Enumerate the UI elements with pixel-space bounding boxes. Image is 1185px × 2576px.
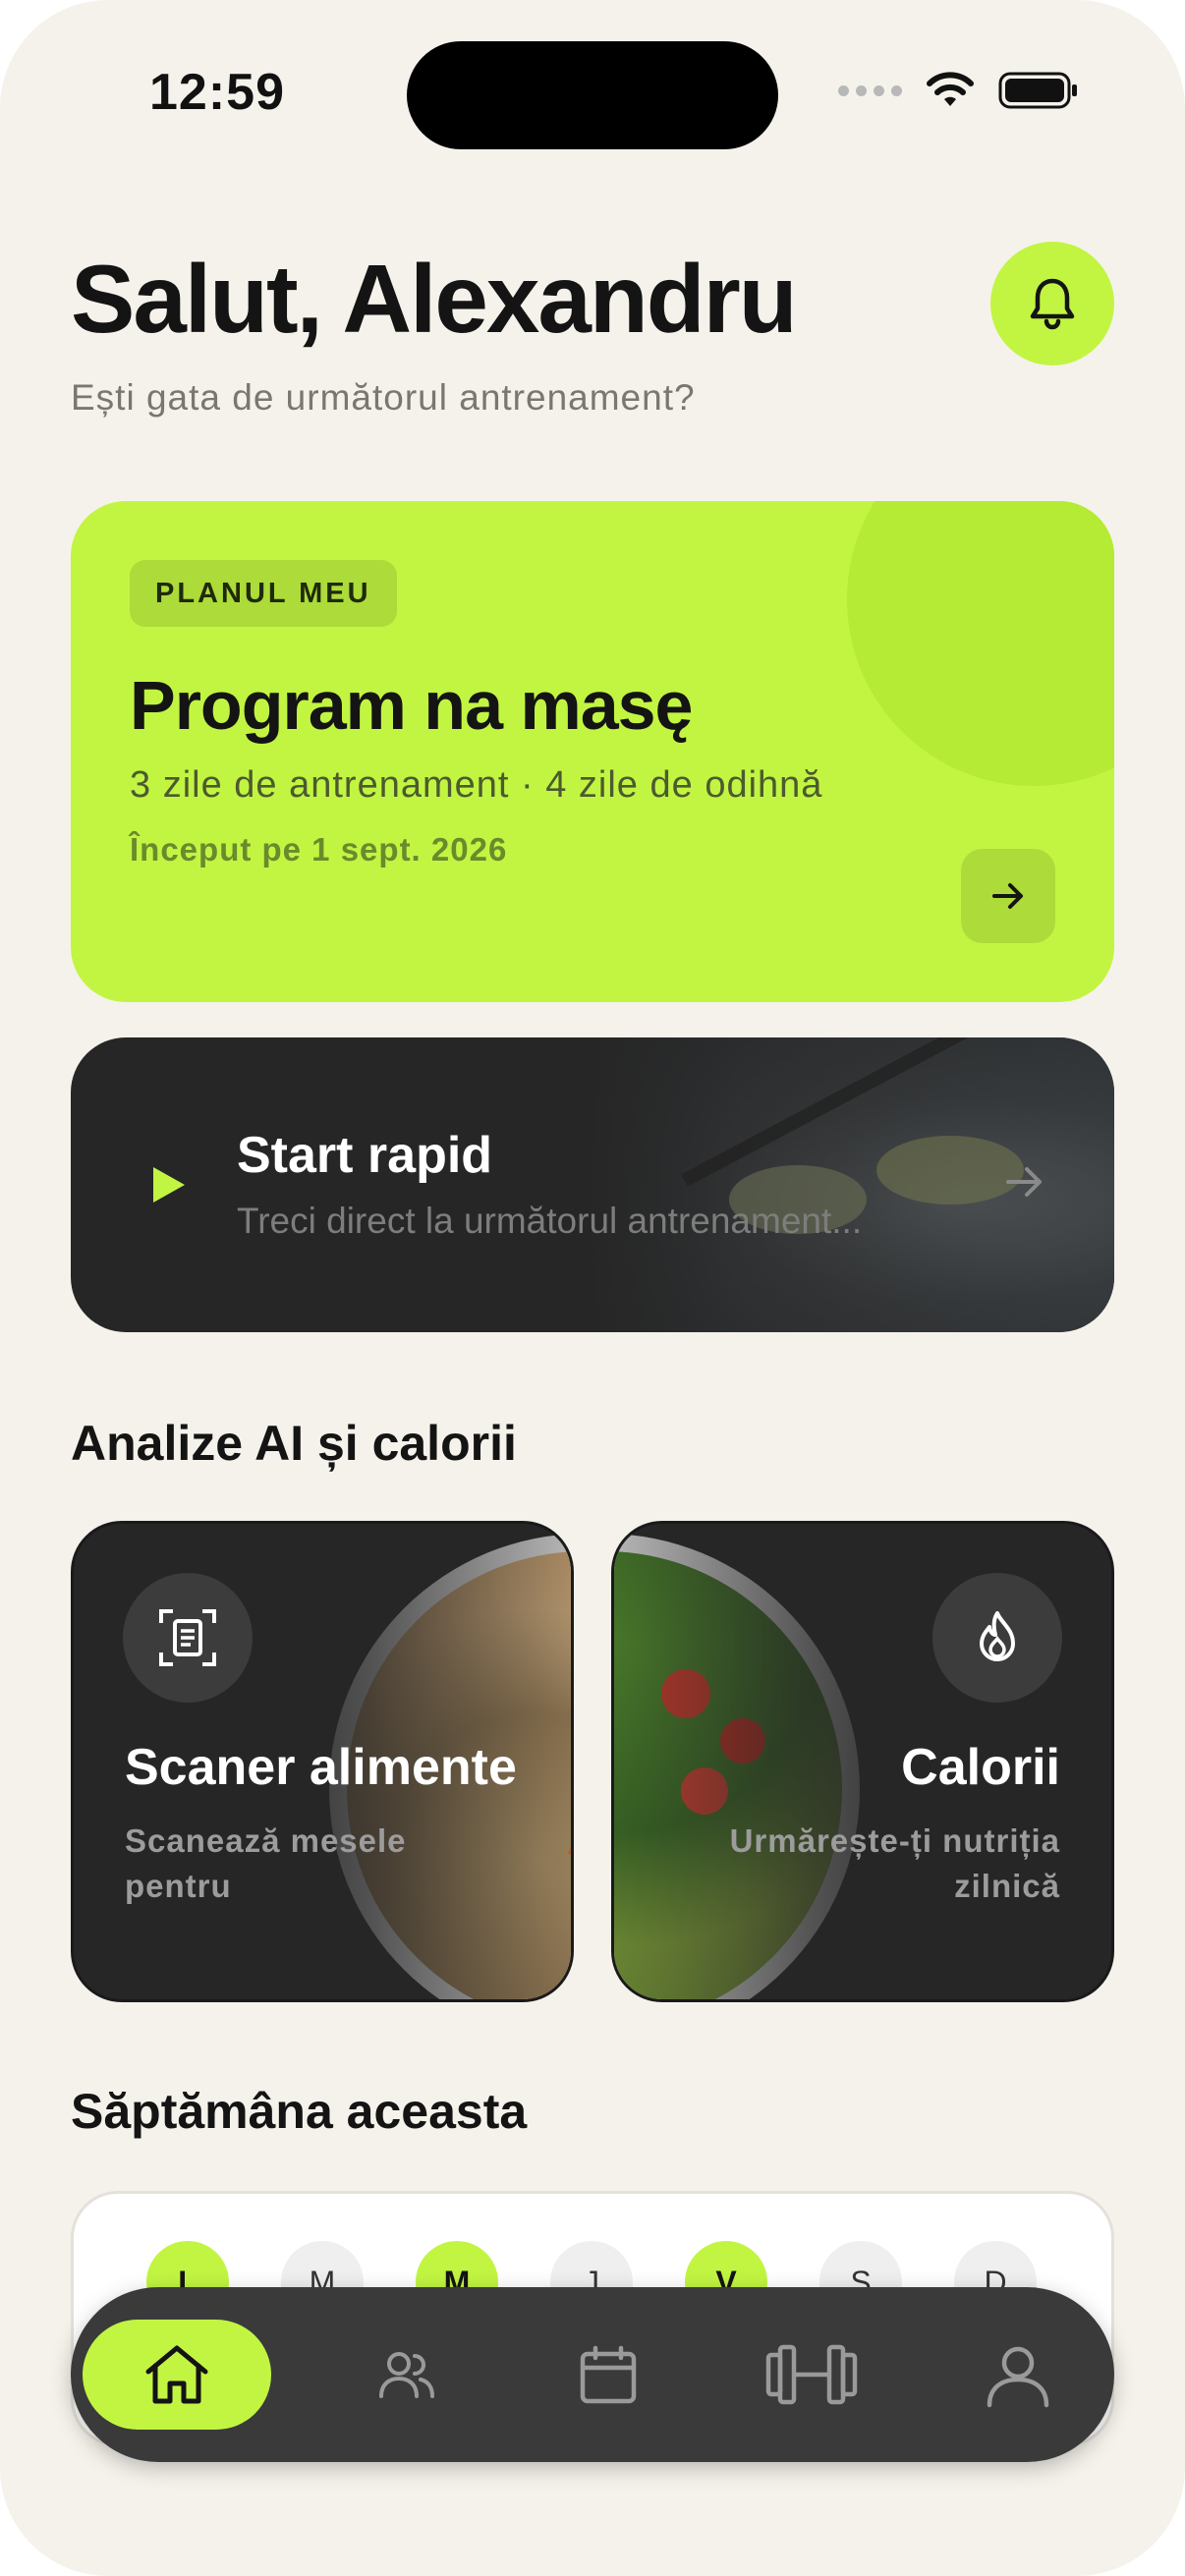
calendar-icon: [580, 2345, 637, 2404]
food-scanner-subtitle: Scanează mesele pentru: [125, 1822, 407, 1904]
food-scanner-card[interactable]: Scaner alimente Scanează mesele pentru: [71, 1521, 574, 2002]
plan-start-date: Început pe 1 sept. 2026: [130, 831, 508, 868]
nav-home[interactable]: [83, 2320, 271, 2430]
flame-icon: [980, 1611, 1015, 1661]
plan-title: Program na masę: [130, 667, 693, 744]
plan-card[interactable]: PLANUL MEU Program na masę 3 zile de ant…: [71, 501, 1114, 1002]
play-icon: [153, 1167, 185, 1203]
quick-start-subtitle: Treci direct la următorul antrenament...: [237, 1201, 863, 1241]
plan-tag: PLANUL MEU: [130, 560, 397, 627]
nav-community[interactable]: [352, 2320, 462, 2430]
bell-icon: [1030, 278, 1075, 330]
greeting-title: Salut, Alexandru: [71, 245, 798, 353]
home-icon: [145, 2345, 208, 2404]
notifications-button[interactable]: [990, 242, 1114, 365]
dumbbell-icon: [765, 2344, 858, 2405]
greeting-subtitle: Ești gata de următorul antrenament?: [71, 377, 696, 418]
calories-subtitle: Urmărește-ți nutriția zilnică: [729, 1822, 1060, 1904]
status-icons: [838, 71, 1079, 110]
bottom-nav: [71, 2287, 1114, 2462]
calories-card[interactable]: Calorii Urmărește-ți nutriția zilnică: [611, 1521, 1114, 2002]
quick-start-card[interactable]: Start rapid Treci direct la următorul an…: [71, 1037, 1114, 1332]
nav-calendar[interactable]: [553, 2320, 663, 2430]
calories-title: Calorii: [901, 1739, 1060, 1796]
scan-document-icon: [159, 1609, 216, 1666]
scan-icon-badge: [123, 1573, 253, 1703]
nav-workouts[interactable]: [753, 2320, 871, 2430]
wifi-icon: [927, 72, 974, 106]
week-section-title: Săptămâna aceasta: [71, 2084, 528, 2139]
plan-open-button[interactable]: [961, 849, 1055, 943]
plan-decoration: [847, 501, 1114, 786]
battery-icon: [998, 72, 1077, 109]
arrow-right-icon: [1006, 1167, 1042, 1197]
profile-icon: [987, 2346, 1049, 2408]
plan-schedule: 3 zile de antrenament · 4 zile de odihnă: [130, 764, 823, 806]
quick-start-title: Start rapid: [237, 1127, 493, 1184]
signal-dots-icon: [838, 84, 902, 96]
ai-section-title: Analize AI și calorii: [71, 1416, 517, 1471]
dynamic-island: [407, 41, 778, 149]
arrow-right-icon: [992, 883, 1023, 909]
food-scanner-title: Scaner alimente: [125, 1739, 517, 1796]
nav-profile[interactable]: [963, 2320, 1073, 2430]
status-time: 12:59: [149, 64, 285, 121]
phone-screen: 12:59 Salut, Alexandru Ești gata de urmă…: [0, 0, 1185, 2576]
users-icon: [379, 2352, 434, 2398]
flame-icon-badge: [932, 1573, 1062, 1703]
